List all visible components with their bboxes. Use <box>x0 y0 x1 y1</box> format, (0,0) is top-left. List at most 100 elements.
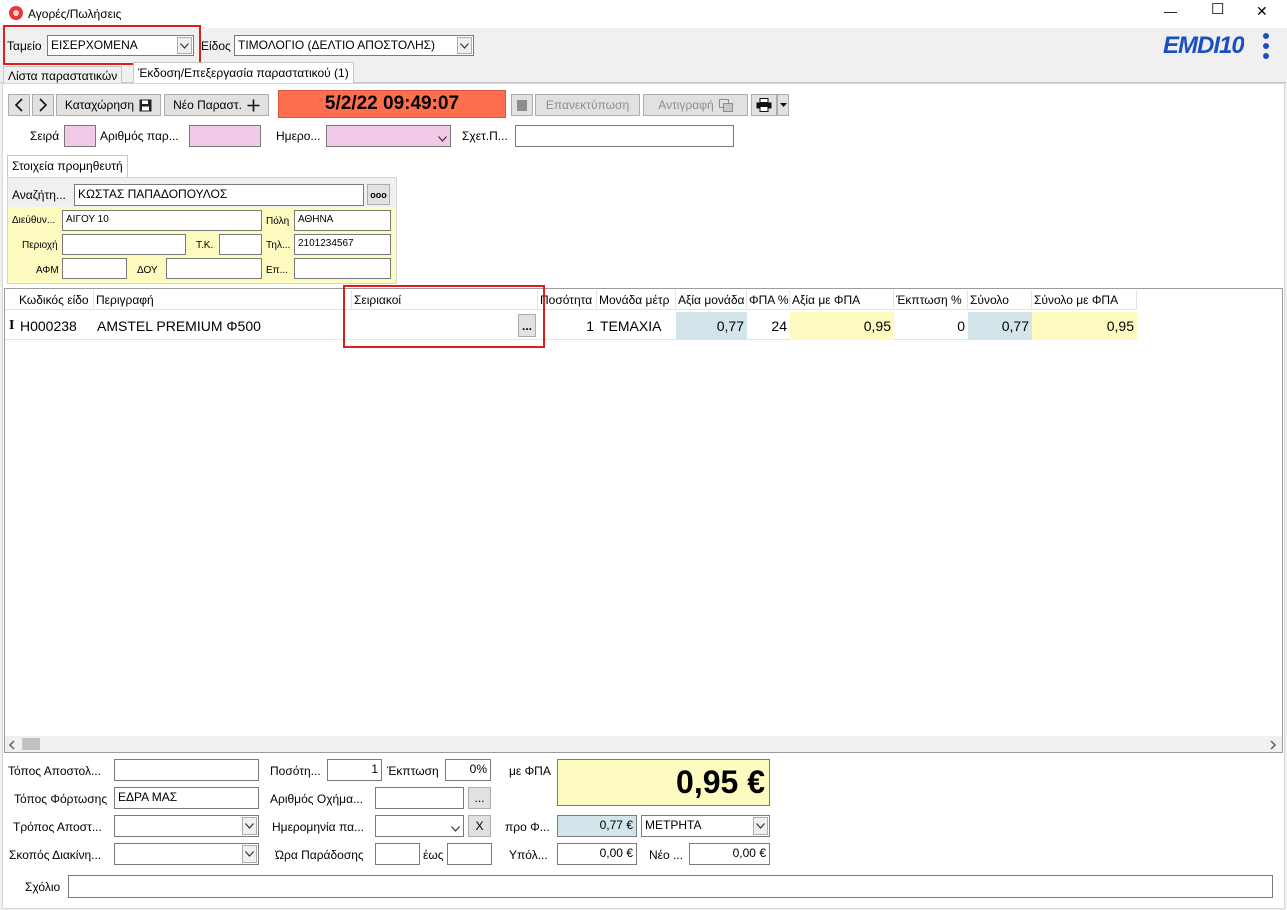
topos-apostolis-input[interactable] <box>114 759 259 781</box>
phone-input[interactable]: 2101234567 <box>294 234 391 255</box>
chevron-down-icon[interactable] <box>451 821 460 835</box>
ekptosi-input[interactable]: 0% <box>445 759 491 781</box>
cell-qty[interactable]: 1 <box>538 312 597 340</box>
col-desc[interactable]: Περιγραφή <box>94 290 352 310</box>
save-label: Καταχώρηση <box>64 98 135 112</box>
arithmos-oximatos-input[interactable] <box>375 787 464 809</box>
sxet-label: Σχετ.Π... <box>462 129 508 143</box>
col-unit[interactable]: Μονάδα μέτρ <box>597 290 676 310</box>
print-button[interactable] <box>751 94 777 116</box>
skopos-label: Σκοπός Διακίνη... <box>9 848 102 862</box>
oxima-dots-button[interactable]: ... <box>468 787 491 809</box>
address-label: Διεύθυν... <box>12 215 56 226</box>
sxet-input[interactable] <box>515 125 734 147</box>
topos-fortosis-input[interactable]: ΕΔΡΑ ΜΑΣ <box>114 787 259 809</box>
col-total-vat[interactable]: Σύνολο με ΦΠΑ <box>1032 290 1137 310</box>
payment-select[interactable]: ΜΕΤΡΗΤΑ <box>641 815 770 837</box>
address-input[interactable]: ΑΙΓΟΥ 10 <box>62 210 262 231</box>
pro-fpa-input[interactable]: 0,77 € <box>557 815 637 837</box>
prev-button[interactable] <box>8 94 30 116</box>
save-button[interactable]: Καταχώρηση <box>56 94 161 116</box>
area-input[interactable] <box>62 234 186 255</box>
col-vat[interactable]: ΦΠΑ % <box>747 290 790 310</box>
topos-fortosis-label: Τόπος Φόρτωσης <box>14 792 108 806</box>
ora-input[interactable] <box>375 843 420 865</box>
clear-date-label: X <box>475 819 484 833</box>
posotita-input[interactable]: 1 <box>327 759 382 781</box>
eidos-label: Είδος <box>201 39 231 53</box>
date-input[interactable] <box>326 125 451 147</box>
imerominia-input[interactable] <box>375 815 464 837</box>
col-qty[interactable]: Ποσότητα <box>538 290 597 310</box>
cell-total[interactable]: 0,77 <box>968 312 1032 340</box>
eidos-value: ΤΙΜΟΛΟΓΙΟ (ΔΕΛΤΙΟ ΑΠΟΣΤΟΛΗΣ) <box>238 38 436 52</box>
chevron-down-icon[interactable] <box>753 817 768 835</box>
cell-vat[interactable]: 24 <box>747 312 790 340</box>
print-dropdown-button[interactable] <box>777 94 789 116</box>
area-label: Περιοχή <box>22 240 58 251</box>
cell-total-vat[interactable]: 0,95 <box>1032 312 1137 340</box>
neo-input[interactable]: 0,00 € <box>689 843 770 865</box>
doy-input[interactable] <box>166 258 262 279</box>
cell-desc[interactable]: AMSTEL PREMIUM Φ500 <box>94 312 352 340</box>
tab-list[interactable]: Λίστα παραστατικών <box>3 66 123 83</box>
ep-input[interactable] <box>294 258 391 279</box>
tk-input[interactable] <box>219 234 262 255</box>
copy-label: Αντιγραφή <box>658 98 714 112</box>
skopos-select[interactable] <box>114 843 259 865</box>
floppy-icon <box>139 99 152 111</box>
city-label: Πόλη <box>266 216 290 227</box>
minimize-icon[interactable]: — <box>1164 5 1177 19</box>
col-unit-price[interactable]: Αξία μονάδα <box>676 290 747 310</box>
tab-edit[interactable]: Έκδοση/Επεξεργασία παραστατικού (1) <box>133 62 354 83</box>
tropos-select[interactable] <box>114 815 259 837</box>
ep-label: Επ... <box>266 265 288 276</box>
supplier-search-input[interactable]: ΚΩΣΤΑΣ ΠΑΠΑΔΟΠΟΥΛΟΣ <box>74 184 364 206</box>
scroll-right-icon[interactable] <box>1269 739 1277 753</box>
cell-unit-price[interactable]: 0,77 <box>676 312 747 340</box>
title-bar <box>0 0 1287 28</box>
chevron-left-icon <box>14 98 23 112</box>
more-menu-icon[interactable] <box>1262 33 1270 59</box>
trash-button[interactable] <box>511 94 533 116</box>
next-button[interactable] <box>32 94 54 116</box>
col-discount[interactable]: Έκπτωση % <box>894 290 968 310</box>
ypol-input[interactable]: 0,00 € <box>557 843 637 865</box>
chevron-down-icon[interactable] <box>457 37 472 54</box>
chevron-right-icon <box>39 98 48 112</box>
chevron-down-icon[interactable] <box>242 817 257 835</box>
supplier-more-button[interactable]: ooo <box>367 184 390 205</box>
reprint-button[interactable]: Επανεκτύπωση <box>535 94 640 116</box>
copy-button[interactable]: Αντιγραφή <box>643 94 748 116</box>
chevron-down-icon[interactable] <box>438 131 447 145</box>
app-icon <box>9 6 23 20</box>
eos-input[interactable] <box>447 843 492 865</box>
arithmos-input[interactable] <box>189 125 261 147</box>
col-price-vat[interactable]: Αξία με ΦΠΑ <box>790 290 894 310</box>
close-icon[interactable]: ✕ <box>1256 4 1268 18</box>
seira-input[interactable] <box>64 125 96 147</box>
seira-label: Σειρά <box>30 129 60 143</box>
arithmos-label: Αριθμός παρ... <box>100 129 179 143</box>
eidos-select[interactable]: ΤΙΜΟΛΟΓΙΟ (ΔΕΛΤΙΟ ΑΠΟΣΤΟΛΗΣ) <box>234 35 474 56</box>
chevron-down-icon[interactable] <box>242 845 257 863</box>
afm-input[interactable] <box>62 258 127 279</box>
cell-unit[interactable]: ΤΕΜΑΧΙΑ <box>597 312 676 340</box>
cell-discount[interactable]: 0 <box>894 312 968 340</box>
phone-label: Τηλ... <box>266 240 291 251</box>
col-code[interactable]: Κωδικός είδο <box>17 290 94 310</box>
horizontal-scrollbar[interactable] <box>5 736 1282 752</box>
scroll-thumb[interactable] <box>22 738 40 750</box>
clear-date-button[interactable]: X <box>468 815 491 837</box>
col-total[interactable]: Σύνολο <box>968 290 1032 310</box>
cell-price-vat[interactable]: 0,95 <box>790 312 894 340</box>
ekptosi-label: Έκπτωση <box>387 764 439 778</box>
plus-icon <box>247 99 260 111</box>
tab-supplier[interactable]: Στοιχεία προμηθευτή <box>7 155 128 178</box>
sxolio-input[interactable] <box>68 875 1273 898</box>
maximize-icon[interactable]: ☐ <box>1211 3 1224 17</box>
city-input[interactable]: ΑΘΗΝΑ <box>294 210 391 231</box>
scroll-left-icon[interactable] <box>8 739 16 753</box>
new-document-button[interactable]: Νέο Παραστ. <box>164 94 269 116</box>
cell-code[interactable]: H000238 <box>17 312 94 340</box>
